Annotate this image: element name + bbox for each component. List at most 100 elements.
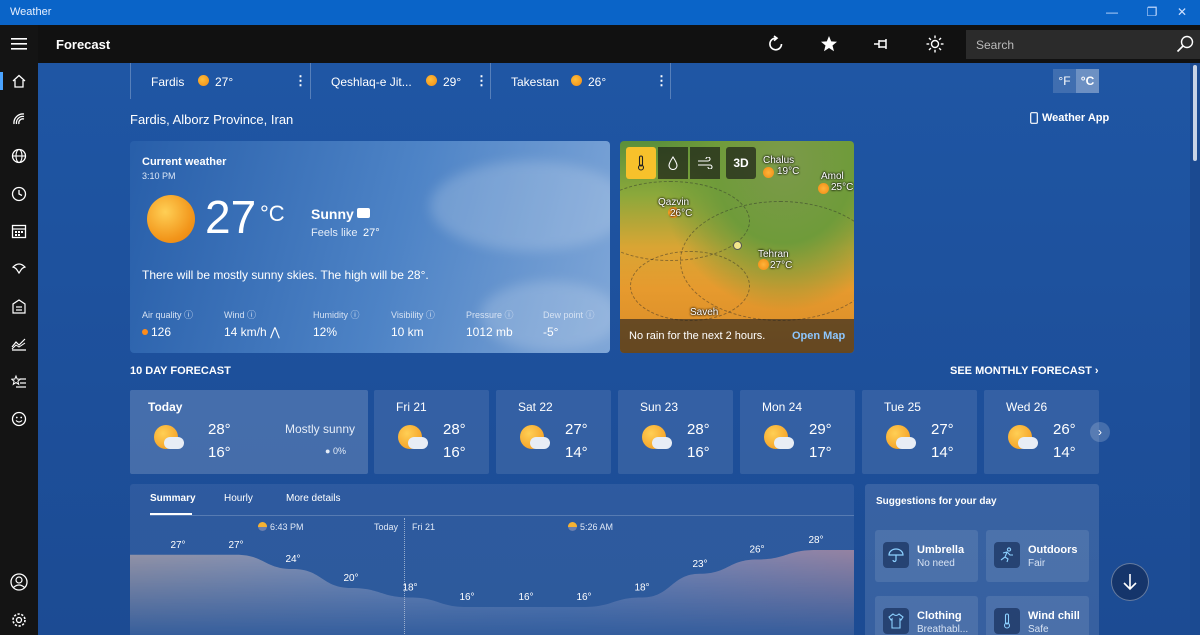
vertical-scrollbar[interactable] [1190, 63, 1200, 635]
map-city-label[interactable]: Tehran 27°C [758, 249, 792, 271]
hamburger-menu-button[interactable] [0, 29, 38, 59]
forecast-day-card[interactable]: Sat 22 27° 14° [496, 390, 611, 474]
forecast-day-card[interactable]: Fri 21 28° 16° [374, 390, 489, 474]
wind-layer-button[interactable] [690, 147, 720, 179]
comment-icon[interactable] [357, 208, 370, 218]
day-low: 14° [1053, 444, 1076, 461]
suggestion-wind-chill[interactable]: Wind chill Safe [986, 596, 1089, 635]
search-input[interactable] [966, 30, 1166, 59]
nav-account[interactable] [0, 567, 38, 597]
map-city-label[interactable]: Amol 25°C [821, 171, 853, 193]
suggestion-clothing[interactable]: Clothing Breathabl... [875, 596, 978, 635]
weather-map[interactable]: 3D Chalus 19°C Amol 25°C Qazvin 26°C Tehran… [620, 141, 854, 353]
nav-favorites[interactable] [0, 366, 38, 396]
nav-life[interactable] [0, 254, 38, 284]
sun-icon [198, 75, 209, 86]
more-options-icon[interactable]: ⋮ [294, 73, 307, 89]
running-icon [994, 542, 1020, 568]
hourly-temp-label: 18° [634, 583, 649, 594]
mostly-sunny-icon [154, 425, 184, 453]
feels-like-value: 27° [363, 227, 380, 239]
current-temp: 27 [205, 191, 257, 243]
favorite-button[interactable] [817, 33, 841, 55]
phone-icon [1030, 112, 1038, 124]
scrollbar-thumb[interactable] [1193, 65, 1197, 161]
suggestion-title: Umbrella [917, 544, 965, 556]
suggestion-value: No need [917, 558, 955, 569]
fahrenheit-button[interactable]: °F [1053, 69, 1076, 93]
forecast-day-card[interactable]: Today 28° 16° Mostly sunny ● 0% [130, 390, 368, 474]
day-name: Mon 24 [762, 400, 803, 414]
nav-hospital[interactable] [0, 291, 38, 321]
suggestion-outdoors[interactable]: Outdoors Fair [986, 530, 1089, 582]
current-weather-label: Current weather [142, 156, 227, 168]
forecast-day-card[interactable]: Mon 24 29° 17° [740, 390, 855, 474]
metric-humidity[interactable]: Humidity ⓘ 12% [313, 308, 360, 339]
balloon-icon [11, 263, 27, 275]
forecast-summary: There will be mostly sunny skies. The hi… [142, 268, 429, 282]
current-unit: °C [260, 201, 285, 226]
open-map-link[interactable]: Open Map [792, 330, 845, 342]
location-temp: 29° [443, 75, 462, 89]
nav-world[interactable] [0, 141, 38, 171]
scroll-down-button[interactable] [1111, 563, 1149, 601]
drop-icon [668, 156, 678, 170]
calendar-icon [11, 224, 27, 239]
nav-monthly[interactable] [0, 216, 38, 246]
celsius-button[interactable]: °C [1076, 69, 1099, 93]
saved-locations: Fardis 27° ⋮ Qeshlaq-e Jit... 29° ⋮ Take… [130, 63, 671, 99]
location-tab[interactable]: Qeshlaq-e Jit... 29° ⋮ [311, 63, 491, 99]
globe-icon [11, 148, 27, 164]
clock-icon [11, 186, 27, 202]
hourly-temp-label: 28° [808, 535, 823, 546]
location-tab[interactable]: Fardis 27° ⋮ [131, 63, 311, 99]
map-city-label[interactable]: Qazvin 26°C [658, 197, 692, 219]
suggestion-umbrella[interactable]: Umbrella No need [875, 530, 978, 582]
hourly-temp-label: 20° [343, 573, 358, 584]
minimize-button[interactable]: — [1092, 0, 1132, 25]
suggestion-title: Clothing [917, 610, 962, 622]
map-city-label[interactable]: Chalus 19°C [763, 155, 799, 177]
forecast-day-card[interactable]: Sun 23 28° 16° [618, 390, 733, 474]
pin-button[interactable] [870, 33, 894, 55]
precipitation-layer-button[interactable] [658, 147, 688, 179]
day-low: 16° [208, 444, 231, 461]
metric-visibility[interactable]: Visibility ⓘ 10 km [391, 308, 435, 339]
weather-app-link[interactable]: Weather App [1030, 112, 1109, 124]
3d-view-button[interactable]: 3D [726, 147, 756, 179]
theme-button[interactable] [923, 33, 947, 55]
next-days-button[interactable]: › [1090, 422, 1110, 442]
favorites-list-icon [11, 374, 26, 388]
location-temp: 27° [215, 75, 234, 89]
map-city-label[interactable]: Saveh [690, 307, 718, 318]
nav-maps[interactable] [0, 104, 38, 134]
metric-wind[interactable]: Wind ⓘ 14 km/h ⋀ [224, 308, 280, 339]
metric-pressure[interactable]: Pressure ⓘ 1012 mb [466, 308, 514, 339]
aqi-dot [142, 329, 148, 335]
more-options-icon[interactable]: ⋮ [655, 73, 668, 89]
wind-icon [698, 157, 713, 169]
suggestions-panel: Suggestions for your day Umbrella No nee… [865, 484, 1099, 635]
close-button[interactable]: ✕ [1162, 0, 1200, 25]
nav-forecast[interactable] [0, 66, 38, 96]
search-icon[interactable] [1176, 35, 1194, 58]
nav-settings[interactable] [0, 605, 38, 635]
temperature-layer-button[interactable] [626, 147, 656, 179]
hourly-temp-label: 18° [402, 583, 417, 594]
temperature-area [130, 550, 854, 635]
more-options-icon[interactable]: ⋮ [475, 73, 488, 89]
nav-historical[interactable] [0, 179, 38, 209]
brightness-icon [926, 35, 944, 53]
see-monthly-forecast-link[interactable]: SEE MONTHLY FORECAST › [950, 365, 1099, 377]
metric-air-quality[interactable]: Air quality ⓘ 126 [142, 308, 193, 339]
hourly-temp-label: 16° [459, 592, 474, 603]
nav-trends[interactable] [0, 329, 38, 359]
day-low: 14° [931, 444, 954, 461]
forecast-day-card[interactable]: Tue 25 27° 14° [862, 390, 977, 474]
forecast-day-card[interactable]: Wed 26 26° 14° [984, 390, 1099, 474]
day-name: Wed 26 [1006, 400, 1048, 414]
location-tab[interactable]: Takestan 26° ⋮ [491, 63, 671, 99]
metric-dew-point[interactable]: Dew point ⓘ -5° [543, 308, 595, 339]
nav-feedback[interactable] [0, 404, 38, 434]
refresh-button[interactable] [764, 33, 788, 55]
